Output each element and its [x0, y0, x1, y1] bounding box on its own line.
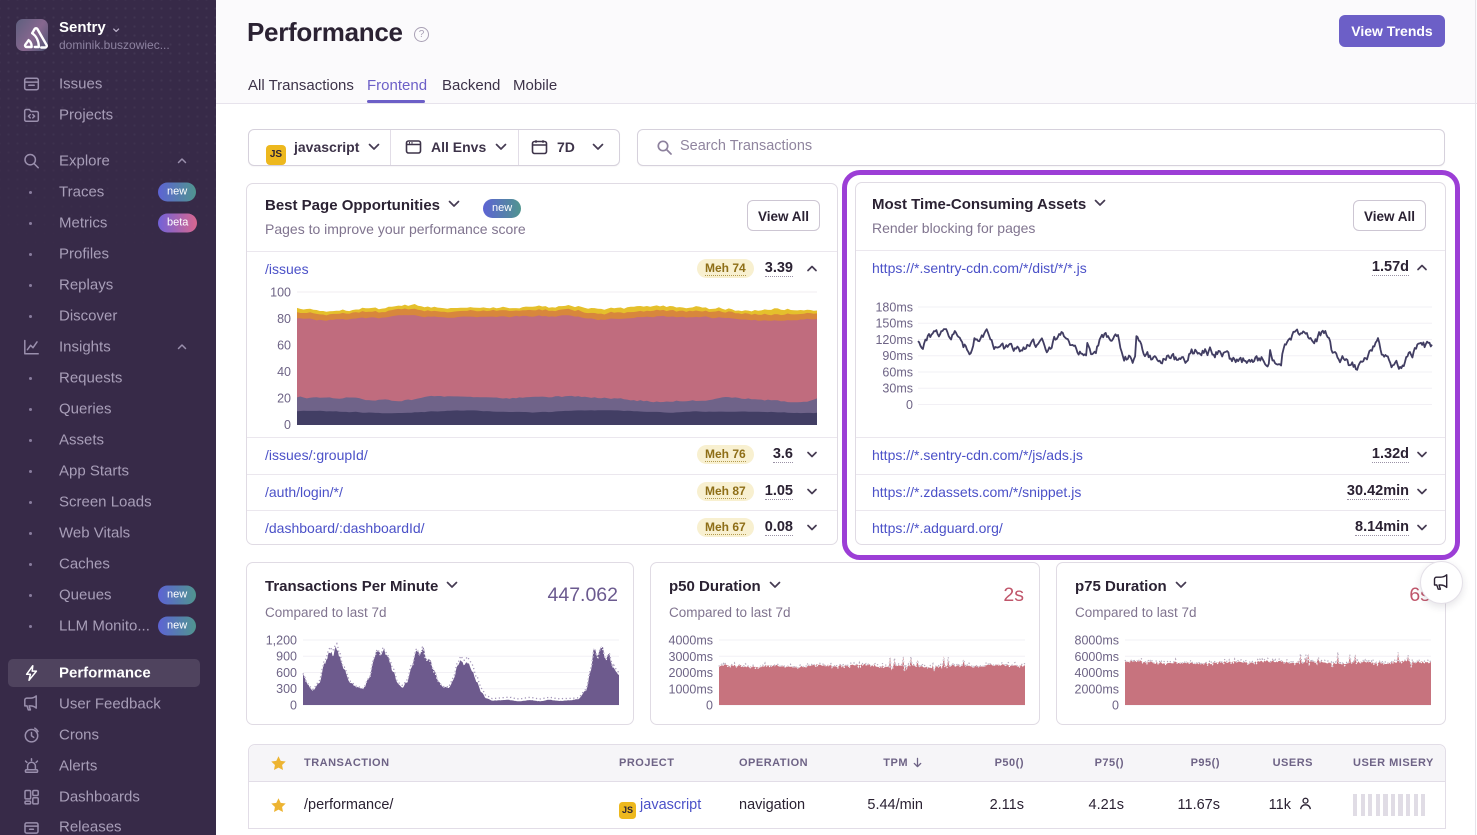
svg-text:90ms: 90ms [882, 349, 913, 363]
svg-text:2000ms: 2000ms [1075, 682, 1119, 696]
svg-text:30ms: 30ms [882, 382, 913, 396]
svg-text:0: 0 [1112, 699, 1119, 713]
svg-text:8000ms: 8000ms [1075, 634, 1119, 648]
svg-text:40: 40 [277, 365, 291, 379]
svg-text:0: 0 [706, 699, 713, 713]
svg-text:4000ms: 4000ms [1075, 666, 1119, 680]
svg-text:3000ms: 3000ms [669, 650, 713, 664]
svg-text:600: 600 [276, 666, 297, 680]
svg-text:20: 20 [277, 392, 291, 406]
svg-text:2000ms: 2000ms [669, 666, 713, 680]
svg-text:60ms: 60ms [882, 366, 913, 380]
svg-text:150ms: 150ms [875, 317, 913, 331]
svg-text:900: 900 [276, 650, 297, 664]
svg-text:60: 60 [277, 339, 291, 353]
svg-text:1000ms: 1000ms [669, 682, 713, 696]
svg-text:180ms: 180ms [875, 301, 913, 315]
svg-text:0: 0 [290, 699, 297, 713]
svg-text:6000ms: 6000ms [1075, 650, 1119, 664]
svg-text:4000ms: 4000ms [669, 634, 713, 648]
svg-text:300: 300 [276, 682, 297, 696]
svg-text:0: 0 [906, 398, 913, 412]
svg-text:100: 100 [270, 286, 291, 300]
svg-text:0: 0 [284, 418, 291, 432]
svg-text:80: 80 [277, 312, 291, 326]
svg-text:1,200: 1,200 [266, 634, 297, 648]
svg-text:120ms: 120ms [875, 333, 913, 347]
